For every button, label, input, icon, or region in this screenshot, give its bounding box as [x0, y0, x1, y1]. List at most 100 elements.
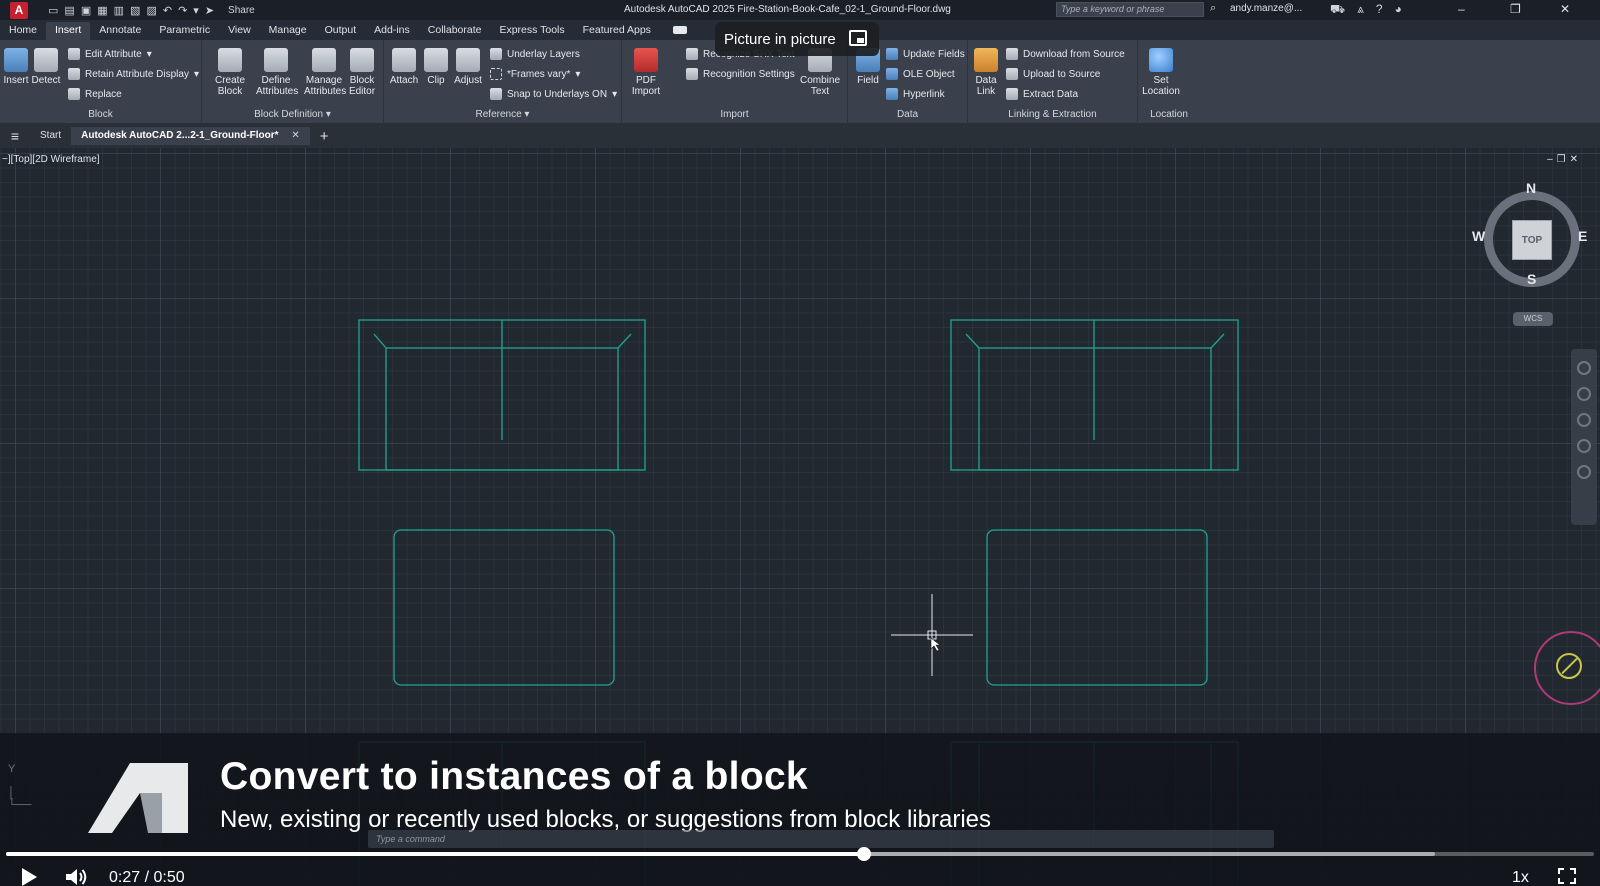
wcs-menu[interactable]: WCS	[1513, 312, 1553, 326]
save-as-icon[interactable]: ▦	[97, 4, 107, 17]
edit-attribute-button[interactable]: Edit Attribute ▾	[68, 48, 152, 60]
update-fields-label: Update Fields	[903, 48, 965, 60]
steering-wheel-icon[interactable]	[1577, 361, 1591, 375]
share-icon[interactable]: ➤	[205, 4, 214, 17]
tab-collaborate[interactable]: Collaborate	[419, 22, 491, 40]
hyperlink-button[interactable]: Hyperlink	[886, 88, 945, 100]
search-input[interactable]: Type a keyword or phrase	[1056, 2, 1204, 17]
upload-to-source-button[interactable]: Upload to Source	[1006, 68, 1100, 80]
autocad-logo[interactable]: A	[10, 1, 28, 19]
publish-icon[interactable]: ▧	[130, 4, 140, 17]
compass-north[interactable]: N	[1526, 180, 1536, 196]
customize-dropdown-icon[interactable]: ▾	[193, 4, 199, 17]
play-icon[interactable]	[22, 868, 37, 886]
volume-icon[interactable]	[66, 868, 88, 886]
redo-icon[interactable]: ↷	[178, 4, 187, 17]
share-button[interactable]: Share	[228, 5, 255, 16]
new-file-icon[interactable]: ▭	[48, 4, 58, 17]
create-block-button[interactable]: Create Block	[210, 48, 250, 97]
adjust-icon	[456, 48, 480, 72]
replace-button[interactable]: Replace	[68, 88, 122, 100]
tab-insert[interactable]: Insert	[46, 22, 91, 40]
detect-button[interactable]: Detect	[26, 48, 66, 86]
print-icon[interactable]: ▨	[146, 4, 156, 17]
data-link-button[interactable]: Data Link	[966, 48, 1006, 97]
tab-manage[interactable]: Manage	[260, 22, 316, 40]
help-icon[interactable]: ?	[1376, 2, 1383, 18]
sofa-left[interactable]	[358, 319, 646, 471]
panel-label-reference[interactable]: Reference ▾	[384, 109, 621, 120]
pdf-import-label-1: PDF	[636, 75, 656, 86]
frames-vary-dropdown[interactable]: *Frames vary* ▾	[490, 68, 580, 80]
hyperlink-label: Hyperlink	[903, 88, 945, 100]
annotation-monitor-button[interactable]	[1534, 631, 1600, 705]
progress-scrubber-handle[interactable]	[856, 847, 871, 861]
pdf-icon	[634, 48, 658, 72]
tab-featured-apps[interactable]: Featured Apps	[574, 22, 660, 40]
undo-icon[interactable]: ↶	[163, 4, 172, 17]
tab-annotate[interactable]: Annotate	[90, 22, 150, 40]
picture-in-picture-button[interactable]: Picture in picture	[715, 22, 879, 56]
extract-data-button[interactable]: Extract Data	[1006, 88, 1078, 100]
zoom-icon[interactable]	[1577, 413, 1591, 427]
underlay-layers-button[interactable]: Underlay Layers	[490, 48, 580, 60]
cart-icon[interactable]: ⛟	[1330, 2, 1345, 18]
tab-add-ins[interactable]: Add-ins	[365, 22, 419, 40]
view-cube-top-face[interactable]: TOP	[1512, 220, 1552, 260]
table-right[interactable]	[986, 529, 1208, 686]
reference-label: Reference	[475, 109, 522, 120]
orbit-icon[interactable]	[1577, 439, 1591, 453]
video-progress-bar[interactable]	[6, 847, 1594, 861]
snap-to-underlays-dropdown[interactable]: Snap to Underlays ON ▾	[490, 88, 617, 100]
ribbon-minimize-toggle[interactable]	[668, 22, 692, 40]
compass-west[interactable]: W	[1472, 228, 1485, 244]
export-icon[interactable]: ▥	[114, 4, 124, 17]
manage-attributes-label-2: Attributes	[304, 86, 347, 97]
close-icon[interactable]: ✕	[1560, 2, 1570, 16]
panel-location: Set Location Location	[1138, 40, 1200, 124]
command-line-input[interactable]: Type a command	[368, 830, 1274, 848]
view-cube[interactable]: TOP N S W E	[1472, 180, 1588, 293]
tab-home[interactable]: Home	[0, 22, 46, 40]
autodesk-app-icon[interactable]: ⩓	[1357, 2, 1364, 18]
retain-attribute-display-button[interactable]: Retain Attribute Display ▾	[68, 68, 199, 80]
define-attributes-button[interactable]: Define Attributes	[256, 48, 298, 97]
download-from-source-button[interactable]: Download from Source	[1006, 48, 1125, 60]
compass-east[interactable]: E	[1578, 228, 1587, 244]
compass-south[interactable]: S	[1527, 271, 1536, 287]
tab-output[interactable]: Output	[316, 22, 366, 40]
tab-start[interactable]: Start	[30, 127, 71, 145]
search-icon[interactable]: ⌕	[1210, 2, 1216, 15]
adjust-button[interactable]: Adjust	[448, 48, 488, 86]
ole-object-button[interactable]: OLE Object	[886, 68, 955, 80]
pdf-import-button[interactable]: PDF Import	[626, 48, 666, 97]
fullscreen-icon[interactable]	[1558, 868, 1576, 884]
sofa-right[interactable]	[950, 319, 1239, 471]
close-tab-icon[interactable]: ✕	[291, 130, 299, 141]
update-fields-button[interactable]: Update Fields	[886, 48, 965, 60]
restore-icon[interactable]: ❐	[1510, 2, 1521, 16]
showmotion-icon[interactable]	[1577, 465, 1591, 479]
panel-label-block-definition[interactable]: Block Definition ▾	[202, 109, 383, 120]
chat-icon[interactable]: ◕	[1395, 2, 1402, 18]
manage-attributes-button[interactable]: Manage Attributes	[304, 48, 347, 97]
tab-parametric[interactable]: Parametric	[150, 22, 219, 40]
pan-icon[interactable]	[1577, 387, 1591, 401]
recognition-settings-button[interactable]: Recognition Settings	[686, 68, 795, 80]
hamburger-menu-icon[interactable]: ≡	[0, 128, 30, 144]
save-icon[interactable]: ▣	[81, 4, 91, 17]
table-left[interactable]	[393, 529, 615, 686]
insert-block-icon	[4, 48, 28, 72]
set-location-button[interactable]: Set Location	[1141, 48, 1181, 97]
new-tab-icon[interactable]: +	[320, 128, 329, 145]
tab-express-tools[interactable]: Express Tools	[490, 22, 573, 40]
tab-view[interactable]: View	[219, 22, 260, 40]
playback-speed-button[interactable]: 1x	[1512, 869, 1529, 886]
tab-active-drawing[interactable]: Autodesk AutoCAD 2...2-1_Ground-Floor* ✕	[71, 127, 310, 145]
frame-icon	[490, 68, 502, 80]
open-folder-icon[interactable]: ▤	[64, 4, 74, 17]
minimize-icon[interactable]: –	[1458, 2, 1465, 16]
block-editor-button[interactable]: Block Editor	[342, 48, 382, 97]
user-account[interactable]: andy.manze@...	[1230, 3, 1302, 14]
panel-label-data: Data	[896, 109, 919, 120]
